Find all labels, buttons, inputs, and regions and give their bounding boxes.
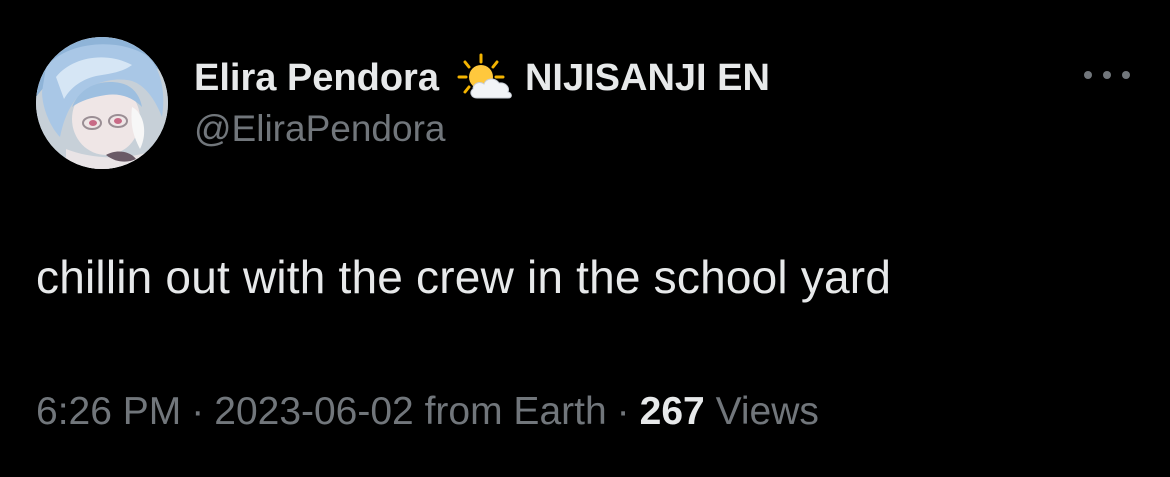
more-options-icon[interactable] [1084,60,1130,90]
more-dot [1103,71,1111,79]
views-count[interactable]: 267 [640,390,705,433]
tweet-date[interactable]: 2023-06-02 [214,390,414,433]
author-name-row: Elira Pendora NIJISANJI EN [194,52,770,104]
more-dot [1122,71,1130,79]
meta-separator: · [191,390,205,433]
avatar-image [36,37,168,169]
meta-separator: · [616,390,630,433]
tweet-meta: 6:26 PM · 2023-06-02 from Earth · 267 Views [36,390,819,434]
more-dot [1084,71,1092,79]
views-label[interactable]: Views [716,390,819,433]
avatar[interactable] [36,37,168,169]
author-display-name[interactable]: Elira Pendora [194,57,439,100]
sun-behind-cloud-icon [457,52,515,104]
tweet-card: Elira Pendora NIJISANJI EN @EliraPendora [0,0,1170,477]
author-affiliation: NIJISANJI EN [524,56,770,99]
tweet-text: chillin out with the crew in the school … [36,251,892,303]
tweet-time[interactable]: 6:26 PM [36,390,181,433]
tweet-source: from Earth [424,390,607,433]
author-handle[interactable]: @EliraPendora [194,108,445,150]
